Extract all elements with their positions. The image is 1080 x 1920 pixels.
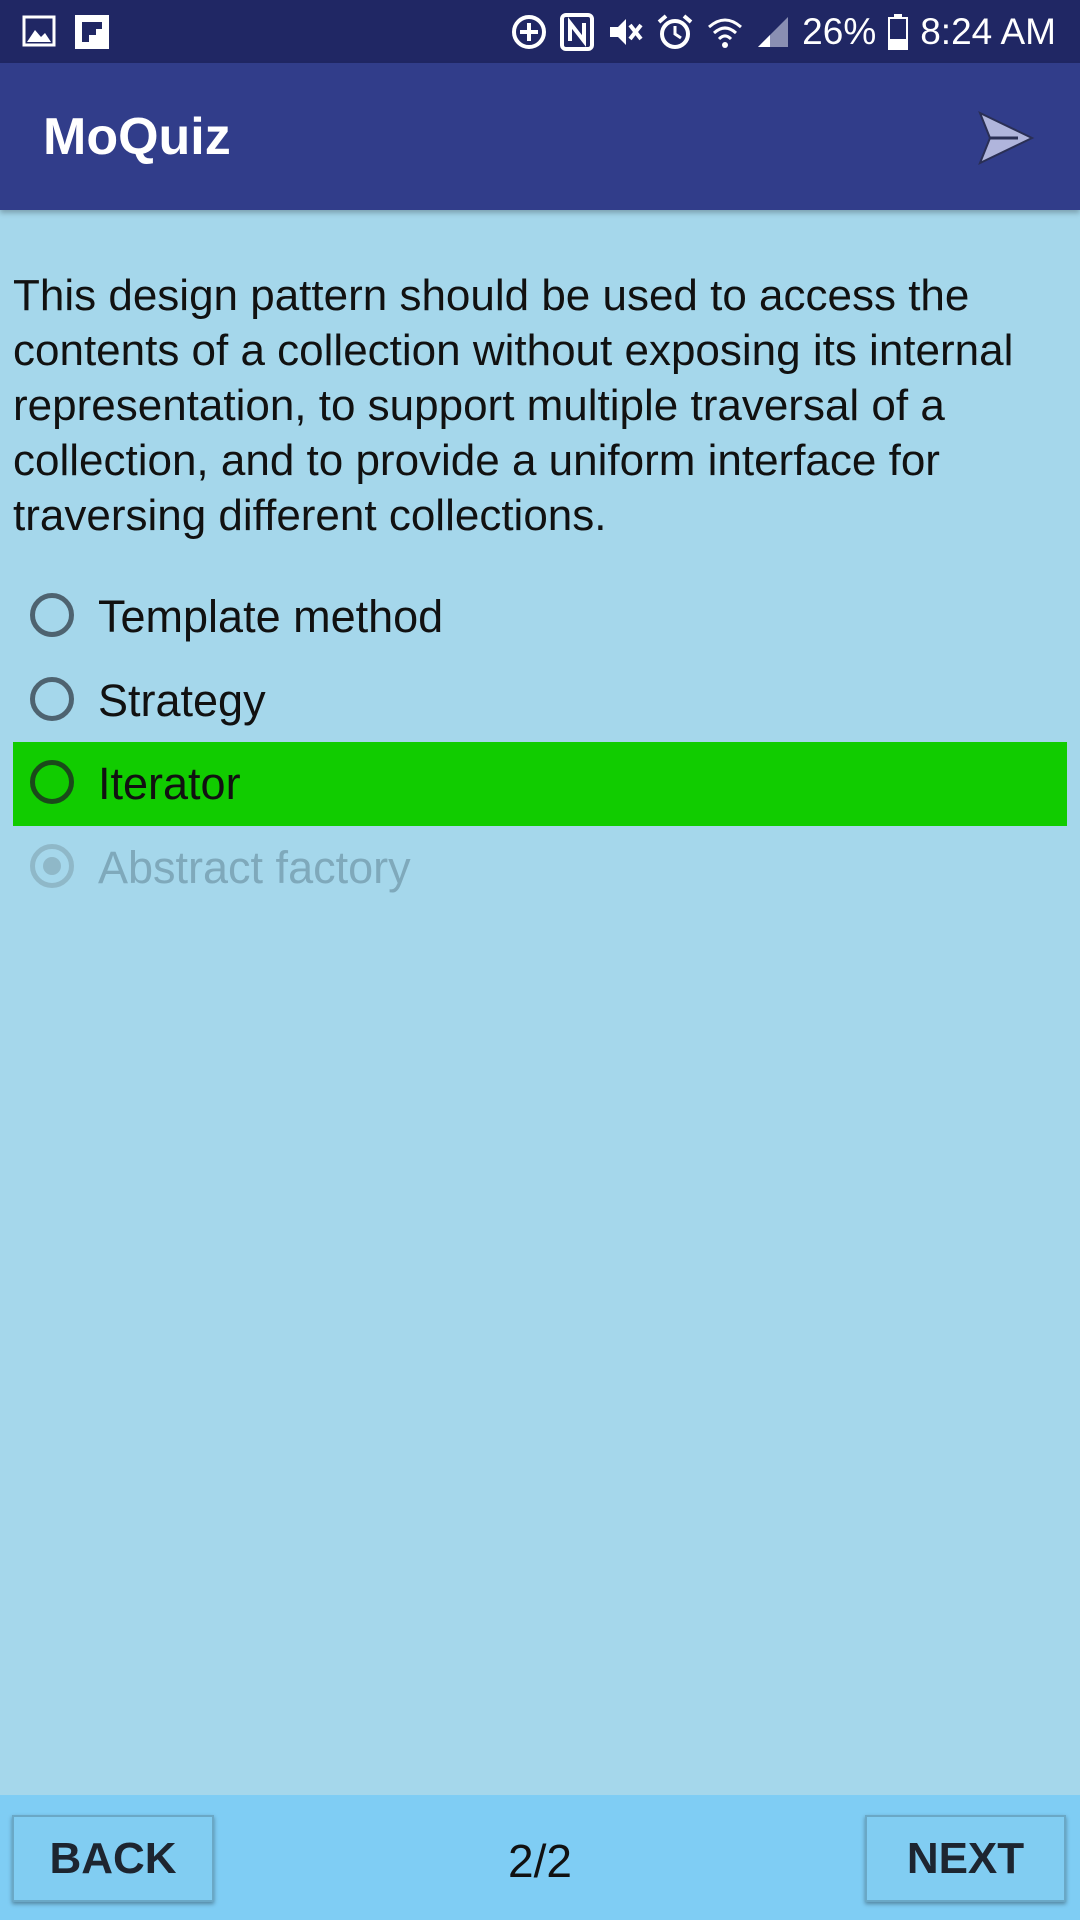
screen: 26% 8:24 AM MoQuiz This design pattern s… xyxy=(0,0,1080,1920)
option-template-method[interactable]: Template method xyxy=(13,575,1067,659)
status-bar-right: 26% 8:24 AM xyxy=(510,8,1056,56)
option-iterator[interactable]: Iterator xyxy=(13,742,1067,826)
status-bar: 26% 8:24 AM xyxy=(0,0,1080,63)
radio-button-selected[interactable] xyxy=(30,844,74,888)
question-text: This design pattern should be used to ac… xyxy=(13,271,1014,540)
mute-icon xyxy=(606,13,644,51)
radio-button[interactable] xyxy=(30,593,74,637)
radio-dot xyxy=(43,857,61,875)
data-saver-icon xyxy=(510,13,548,51)
option-strategy[interactable]: Strategy xyxy=(13,659,1067,743)
option-abstract-factory[interactable]: Abstract factory xyxy=(13,826,1067,910)
send-icon xyxy=(978,110,1035,166)
back-button[interactable]: BACK xyxy=(12,1815,214,1902)
nfc-icon xyxy=(560,13,595,51)
app-bar: MoQuiz xyxy=(0,63,1080,210)
option-label: Iterator xyxy=(98,758,241,809)
bottom-navigation-bar: BACK 2/2 NEXT xyxy=(0,1795,1080,1920)
alarm-icon xyxy=(656,13,694,51)
radio-button[interactable] xyxy=(30,760,74,804)
clock: 8:24 AM xyxy=(920,11,1056,52)
wifi-icon xyxy=(706,13,744,51)
flipboard-icon xyxy=(74,14,110,50)
send-button[interactable] xyxy=(970,103,1040,173)
radio-button[interactable] xyxy=(30,677,74,721)
option-label: Strategy xyxy=(98,675,266,726)
status-bar-left xyxy=(22,14,110,50)
battery-icon xyxy=(888,14,909,50)
next-button[interactable]: NEXT xyxy=(865,1815,1066,1902)
signal-icon xyxy=(756,15,790,49)
page-counter: 2/2 xyxy=(508,1835,572,1887)
gallery-icon xyxy=(22,14,56,50)
option-label: Template method xyxy=(98,591,444,642)
option-label: Abstract factory xyxy=(98,842,411,893)
app-title: MoQuiz xyxy=(43,108,231,166)
battery-percent: 26% xyxy=(802,11,877,52)
